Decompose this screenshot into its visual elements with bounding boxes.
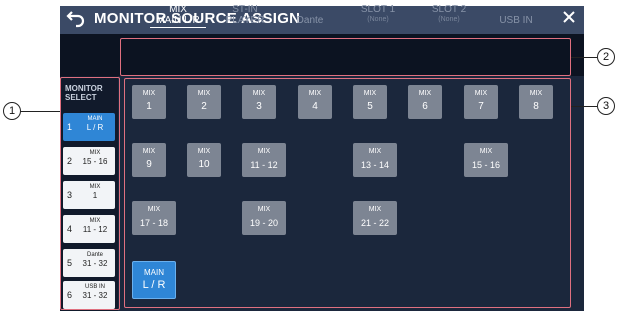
tab-label-bottom: MAIN L/R: [150, 15, 206, 28]
tab-label-bottom: (None): [367, 16, 389, 23]
tab-mix-main[interactable]: MIX MAIN L/R: [150, 4, 206, 28]
close-icon[interactable]: [560, 8, 578, 26]
tab-label-bottom: PLAYER: [225, 15, 265, 26]
tab-label-top: SLOT 2: [431, 4, 467, 15]
tab-usb-in[interactable]: USB IN: [494, 15, 538, 26]
tab-label-bottom: Dante: [296, 15, 324, 26]
callout-leader-3: [571, 106, 597, 107]
tab-label-top: MIX: [169, 4, 187, 15]
callout-marker-3: 3: [597, 97, 615, 115]
tab-slot-1[interactable]: SLOT 1 (None): [355, 4, 401, 24]
tab-slot-2[interactable]: SLOT 2 (None): [426, 4, 472, 24]
callout-box-source-grid: [124, 78, 571, 308]
tab-dante[interactable]: Dante: [290, 15, 330, 26]
back-arrow-icon[interactable]: [66, 8, 86, 28]
callout-leader-1: [20, 111, 60, 112]
tab-label-bottom: USB IN: [499, 15, 533, 26]
callout-box-source-tabs: [120, 38, 571, 76]
tab-st-in-player[interactable]: ST-IN PLAYER: [222, 4, 268, 26]
tab-label-bottom: (None): [438, 16, 460, 23]
tab-label-top: SLOT 1: [360, 4, 396, 15]
tab-label-top: ST-IN: [232, 4, 258, 15]
callout-marker-2: 2: [597, 48, 615, 66]
header-spacer: [60, 34, 118, 76]
callout-box-monitor-select: [60, 77, 120, 310]
callout-marker-1: 1: [3, 102, 21, 120]
callout-leader-2: [571, 57, 597, 58]
